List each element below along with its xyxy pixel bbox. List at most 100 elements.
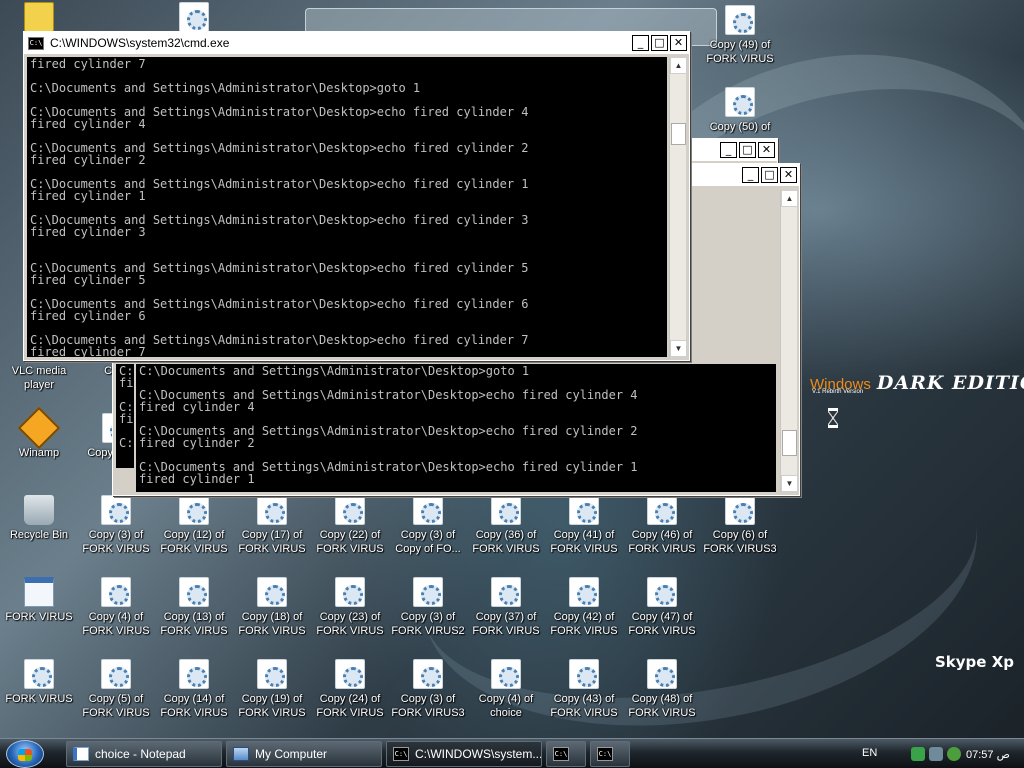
cmd-window-front[interactable]: C:\ C:\WINDOWS\system32\cmd.exe _ □ ✕ fi… xyxy=(23,31,690,361)
desktop-icon-c3fo[interactable]: Copy (3) of Copy of FO... xyxy=(389,495,467,556)
taskbar-item-notepad[interactable]: choice - Notepad xyxy=(66,741,222,767)
console-line: fired cylinder 4 xyxy=(30,117,146,131)
window-title: C:\WINDOWS\system32\cmd.exe xyxy=(50,36,230,50)
desktop-icon-c4[interactable]: Copy (4) of FORK VIRUS xyxy=(77,577,155,638)
skype-tray-icon[interactable] xyxy=(929,747,943,761)
close-button[interactable]: ✕ xyxy=(670,35,687,51)
desktop-icon-recycle[interactable]: Recycle Bin xyxy=(0,495,78,542)
gear-icon xyxy=(179,577,209,607)
maximize-button[interactable]: □ xyxy=(739,142,756,158)
scrollbar-thumb[interactable] xyxy=(782,430,797,456)
cmd-icon: C:\ xyxy=(553,747,569,761)
console-line: fired cylinder 5 xyxy=(30,273,146,287)
desktop-icon-label: Copy (19) of FORK VIRUS xyxy=(238,693,306,719)
network-icon[interactable] xyxy=(911,747,925,761)
gear-icon xyxy=(257,495,287,525)
desktop-icon-c14[interactable]: Copy (14) of FORK VIRUS xyxy=(155,659,233,720)
desktop-icon-c3v3[interactable]: Copy (3) of FORK VIRUS3 xyxy=(389,659,467,720)
maximize-button[interactable]: □ xyxy=(761,167,778,183)
desktop-icon-c13[interactable]: Copy (13) of FORK VIRUS xyxy=(155,577,233,638)
desktop-icon-fv-b[interactable]: FORK VIRUS xyxy=(0,659,78,706)
gear-icon xyxy=(569,659,599,689)
scroll-down-arrow-icon[interactable]: ▼ xyxy=(670,340,687,357)
titlebar[interactable]: C:\ C:\WINDOWS\system32\cmd.exe _ □ ✕ xyxy=(24,32,689,54)
close-button[interactable]: ✕ xyxy=(780,167,797,183)
desktop-icon-c42[interactable]: Copy (42) of FORK VIRUS xyxy=(545,577,623,638)
minimize-button[interactable]: _ xyxy=(742,167,759,183)
desktop-icon-fv-app[interactable]: FORK VIRUS xyxy=(0,577,78,624)
system-tray: 07:57 ص xyxy=(905,742,1024,768)
desktop-icon-c48[interactable]: Copy (48) of FORK VIRUS xyxy=(623,659,701,720)
desktop-icon-c41[interactable]: Copy (41) of FORK VIRUS xyxy=(545,495,623,556)
maximize-button[interactable]: □ xyxy=(651,35,668,51)
minimize-button[interactable]: _ xyxy=(632,35,649,51)
console-line: C: xyxy=(119,436,134,450)
desktop-icon-winamp[interactable]: Winamp xyxy=(0,406,78,460)
recycle-bin-icon xyxy=(24,495,54,525)
taskbar-item-label: C:\WINDOWS\system... xyxy=(415,747,542,761)
desktop-icon-c24[interactable]: Copy (24) of FORK VIRUS xyxy=(311,659,389,720)
vertical-scrollbar[interactable]: ▲ ▼ xyxy=(780,190,798,492)
desktop-icon-c37[interactable]: Copy (37) of FORK VIRUS xyxy=(467,577,545,638)
desktop-icon-c4ch[interactable]: Copy (4) of choice xyxy=(467,659,545,720)
close-button[interactable]: ✕ xyxy=(758,142,775,158)
minimize-button[interactable]: _ xyxy=(720,142,737,158)
console-line: fi xyxy=(119,376,134,390)
desktop-icon-c3v2[interactable]: Copy (3) of FORK VIRUS2 xyxy=(389,577,467,638)
taskbar-item-cmd-3[interactable]: C:\ xyxy=(590,741,630,767)
brand-edition-text: DARK EDITION xyxy=(876,372,1024,394)
desktop-icon-label: Copy (3) of FORK VIRUS2 xyxy=(391,611,465,637)
taskbar-item-my-computer[interactable]: My Computer xyxy=(226,741,382,767)
language-indicator[interactable]: EN xyxy=(862,747,877,759)
desktop-icon-c23[interactable]: Copy (23) of FORK VIRUS xyxy=(311,577,389,638)
desktop-icon-c3[interactable]: Copy (3) of FORK VIRUS xyxy=(77,495,155,556)
desktop-icon-c36[interactable]: Copy (36) of FORK VIRUS xyxy=(467,495,545,556)
app-window-icon xyxy=(24,577,54,607)
desktop-icon-c5[interactable]: Copy (5) of FORK VIRUS xyxy=(77,659,155,720)
desktop-icon-label: Copy (50) of xyxy=(709,121,771,133)
notepad-icon xyxy=(73,747,89,761)
desktop-icon-c43[interactable]: Copy (43) of FORK VIRUS xyxy=(545,659,623,720)
gear-icon xyxy=(101,659,131,689)
taskbar-item-cmd[interactable]: C:\ C:\WINDOWS\system... xyxy=(386,741,542,767)
desktop-icon-c12[interactable]: Copy (12) of FORK VIRUS xyxy=(155,495,233,556)
desktop-icon-label: Copy (4) of FORK VIRUS xyxy=(82,611,150,637)
gear-icon xyxy=(179,2,209,32)
taskbar-item-label: My Computer xyxy=(255,747,328,761)
desktop-icon-label: Copy (13) of FORK VIRUS xyxy=(160,611,228,637)
desktop-icon-c19[interactable]: Copy (19) of FORK VIRUS xyxy=(233,659,311,720)
scroll-up-arrow-icon[interactable]: ▲ xyxy=(781,190,798,207)
taskbar-item-cmd-2[interactable]: C:\ xyxy=(546,741,586,767)
desktop-icon-c17[interactable]: Copy (17) of FORK VIRUS xyxy=(233,495,311,556)
desktop-icon-c49[interactable]: Copy (49) of FORK VIRUS xyxy=(701,5,779,66)
gear-icon xyxy=(335,577,365,607)
desktop-icon-c18[interactable]: Copy (18) of FORK VIRUS xyxy=(233,577,311,638)
desktop-icon-c22[interactable]: Copy (22) of FORK VIRUS xyxy=(311,495,389,556)
desktop-icon-c50[interactable]: Copy (50) of xyxy=(701,87,779,134)
desktop-icon-label: Copy (3) of Copy of FO... xyxy=(395,529,461,555)
console-line: fired cylinder 7 xyxy=(30,345,146,357)
scroll-down-arrow-icon[interactable]: ▼ xyxy=(781,475,798,492)
desktop-icon-label: Copy (17) of FORK VIRUS xyxy=(238,529,306,555)
desktop-icon-c6v3[interactable]: Copy (6) of FORK VIRUS3 xyxy=(701,495,779,556)
desktop-icon-label: Copy (14) of FORK VIRUS xyxy=(160,693,228,719)
clock[interactable]: 07:57 ص xyxy=(966,748,1010,761)
console-line: fired cylinder 4 xyxy=(139,400,255,414)
desktop-icon-label: Copy (49) of FORK VIRUS xyxy=(706,39,774,65)
titlebar[interactable]: _ □ ✕ xyxy=(681,139,777,161)
console-output: fired cylinder 7 C:\Documents and Setting… xyxy=(27,57,667,357)
console-line: fi xyxy=(119,412,134,426)
desktop-icon-c47[interactable]: Copy (47) of FORK VIRUS xyxy=(623,577,701,638)
cmd-window-back-2[interactable]: _ □ ✕ xyxy=(680,138,778,164)
console-output-peek: C: fi C: fi C: xyxy=(116,364,134,468)
desktop-icon-c46[interactable]: Copy (46) of FORK VIRUS xyxy=(623,495,701,556)
gear-icon xyxy=(24,659,54,689)
desktop-icon-label: Copy (22) of FORK VIRUS xyxy=(316,529,384,555)
vertical-scrollbar[interactable]: ▲ ▼ xyxy=(669,57,687,357)
scrollbar-thumb[interactable] xyxy=(671,123,686,145)
hourglass-cursor-icon xyxy=(828,408,838,428)
scroll-up-arrow-icon[interactable]: ▲ xyxy=(670,57,687,74)
messenger-tray-icon[interactable] xyxy=(947,747,961,761)
skype-xp-text: Skype Xp xyxy=(935,653,1014,671)
start-button[interactable] xyxy=(6,740,44,768)
